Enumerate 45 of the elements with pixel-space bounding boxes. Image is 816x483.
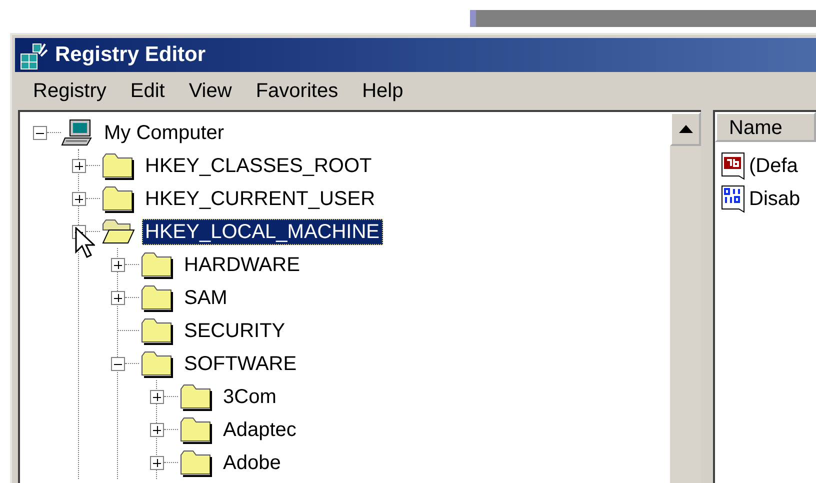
mouse-pointer-icon [75, 227, 95, 259]
expand-toggle[interactable] [72, 192, 86, 206]
folder-icon [139, 250, 175, 278]
expand-toggle[interactable] [150, 390, 164, 404]
tree-item[interactable]: My Computer [101, 120, 228, 146]
expand-toggle[interactable] [150, 422, 164, 436]
folder-icon [178, 382, 214, 410]
tree-item[interactable]: SOFTWARE [181, 350, 300, 376]
tree-item[interactable]: HKEY_CURRENT_USER [142, 186, 378, 212]
menu-item[interactable]: View [176, 80, 244, 102]
folder-icon [139, 316, 175, 344]
collapse-toggle[interactable] [33, 126, 47, 140]
tree-item[interactable]: HKEY_CLASSES_ROOT [142, 152, 375, 178]
menu-item[interactable]: Edit [118, 80, 177, 102]
expand-toggle[interactable] [150, 456, 164, 470]
collapse-toggle[interactable] [111, 356, 125, 370]
value-name[interactable]: (Defa [749, 155, 798, 178]
binary-value-icon [721, 184, 747, 214]
expand-toggle[interactable] [111, 258, 125, 272]
tree-item[interactable]: Adobe [220, 450, 284, 476]
expand-toggle[interactable] [72, 158, 86, 172]
folder-icon [139, 284, 175, 312]
folder-icon [100, 184, 136, 212]
folder-icon [139, 350, 175, 378]
menu-item[interactable]: Favorites [244, 80, 350, 102]
open-folder-icon [100, 218, 136, 246]
folder-icon [178, 416, 214, 444]
value-name[interactable]: Disab [749, 188, 800, 211]
column-header[interactable]: Name [715, 112, 816, 142]
tree-item[interactable]: HARDWARE [181, 252, 303, 278]
tree-item[interactable]: SAM [181, 284, 230, 310]
string-value-icon [721, 152, 747, 182]
folder-icon [100, 152, 136, 180]
tree-item[interactable]: 3Com [220, 384, 280, 410]
expand-toggle[interactable] [111, 290, 125, 304]
vertical-scrollbar[interactable] [670, 112, 701, 483]
tree-item[interactable]: SECURITY [181, 318, 288, 344]
tree-item[interactable]: Adaptec [220, 416, 300, 442]
up-arrow-icon [678, 125, 692, 133]
tree-item[interactable]: HKEY_LOCAL_MACHINE [142, 218, 383, 244]
folder-icon [178, 448, 214, 476]
menu-item[interactable]: Help [350, 80, 416, 102]
scroll-up-button[interactable] [670, 112, 701, 146]
menu-item[interactable]: Registry [21, 80, 118, 102]
window-title: Registry Editor [55, 43, 206, 67]
